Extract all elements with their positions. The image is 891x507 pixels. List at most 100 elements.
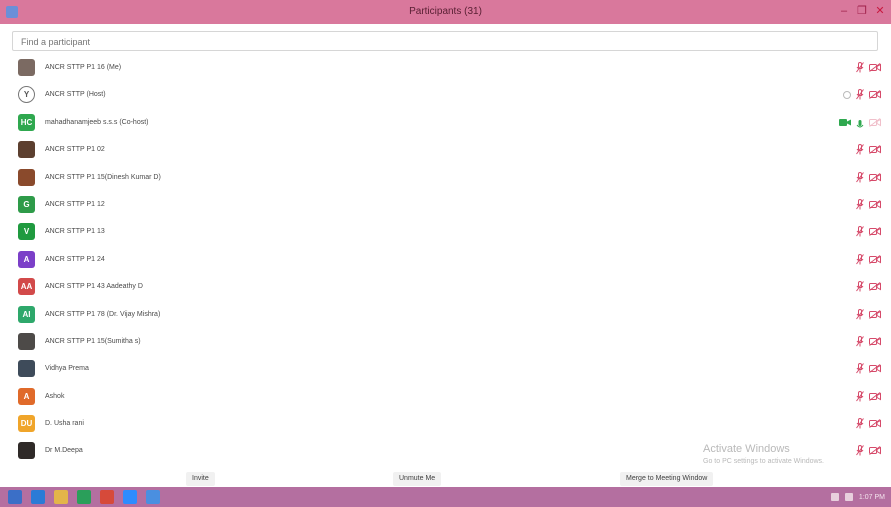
clock[interactable]: 1:07 PM [859, 494, 885, 501]
mic-muted-icon[interactable] [856, 144, 864, 155]
media-player-icon[interactable] [77, 490, 91, 504]
search-box [12, 31, 878, 51]
watermark-subtitle: Go to PC settings to activate Windows. [703, 458, 824, 465]
avatar [18, 360, 35, 378]
window-title: Participants (31) [409, 6, 482, 17]
video-off-icon[interactable] [869, 364, 881, 374]
close-button[interactable]: ✕ [873, 3, 887, 19]
participant-name: Vidhya Prema [45, 365, 89, 373]
taskbar: 1:07 PM [0, 487, 891, 507]
ie-browser-icon[interactable] [31, 490, 45, 504]
participant-name: ANCR STTP P1 12 [45, 200, 105, 208]
avatar: AI [18, 305, 35, 323]
participant-name: ANCR STTP P1 24 [45, 255, 105, 263]
invite-button[interactable]: Invite [186, 472, 215, 486]
participant-status [856, 246, 881, 273]
participant-status [856, 410, 881, 437]
system-tray: 1:07 PM [830, 487, 885, 507]
participant-status [856, 437, 881, 464]
unmute-me-button[interactable]: Unmute Me [393, 472, 442, 486]
video-off-icon[interactable] [869, 63, 881, 72]
participant-name: ANCR STTP (Host) [45, 91, 106, 99]
zoom-meeting-icon[interactable] [146, 490, 160, 504]
participant-name: ANCR STTP P1 02 [45, 146, 105, 154]
participant-name: mahadhanamjeeb s.s.s (Co-host) [45, 118, 149, 126]
participant-row[interactable]: ANCR STTP P1 02 [0, 136, 891, 163]
mic-muted-icon[interactable] [856, 171, 864, 183]
avatar [18, 442, 35, 460]
avatar [18, 168, 35, 186]
video-off-icon[interactable] [869, 282, 881, 292]
participant-row[interactable]: Vidhya Prema [0, 355, 891, 382]
volume-icon[interactable] [844, 493, 853, 501]
mic-muted-icon[interactable] [856, 62, 864, 73]
mic-muted-icon[interactable] [856, 363, 864, 374]
host-indicator-icon [843, 90, 851, 99]
mic-muted-icon[interactable] [856, 198, 864, 210]
file-explorer-icon[interactable] [54, 490, 68, 504]
mic-muted-icon[interactable] [856, 226, 864, 237]
avatar: AA [18, 278, 35, 296]
participant-row[interactable]: DU D. Usha rani [0, 410, 891, 437]
mic-muted-icon[interactable] [856, 390, 864, 402]
avatar: A [18, 250, 35, 268]
windows-start-icon[interactable] [8, 490, 22, 504]
avatar [18, 141, 35, 159]
video-off-icon[interactable] [869, 172, 881, 182]
mic-muted-icon[interactable] [856, 335, 864, 347]
participant-status [856, 218, 881, 245]
participant-row[interactable]: ANCR STTP P1 15(Dinesh Kumar D) [0, 164, 891, 191]
video-off-icon[interactable] [869, 200, 881, 209]
video-off-icon[interactable] [869, 419, 881, 428]
mic-muted-icon[interactable] [856, 281, 864, 292]
chrome-icon[interactable] [100, 490, 114, 504]
video-off-icon[interactable] [869, 254, 881, 264]
restore-button[interactable]: ❐ [855, 3, 869, 19]
video-off-icon[interactable] [869, 309, 881, 319]
mic-muted-icon[interactable] [856, 89, 864, 100]
participant-name: D. Usha rani [45, 420, 84, 428]
participant-status [856, 328, 881, 355]
video-off-icon[interactable] [869, 446, 881, 456]
participant-name: ANCR STTP P1 43 Aadeathy D [45, 283, 143, 291]
participant-status [839, 109, 881, 136]
video-on-icon[interactable] [839, 118, 851, 127]
merge-to-meeting-window-button[interactable]: Merge to Meeting Window [620, 472, 714, 486]
search-input[interactable] [13, 33, 877, 51]
participant-row[interactable]: A ANCR STTP P1 24 [0, 246, 891, 273]
participant-row[interactable]: ANCR STTP P1 16 (Me) [0, 54, 891, 81]
activate-windows-watermark: Activate Windows Go to PC settings to ac… [703, 443, 824, 465]
participant-status [856, 191, 881, 218]
mic-muted-icon[interactable] [856, 445, 864, 456]
mic-muted-icon[interactable] [856, 418, 864, 429]
participant-status [856, 136, 881, 163]
participant-row[interactable]: ANCR STTP P1 15(Sumitha s) [0, 328, 891, 355]
zoom-app-icon[interactable] [123, 490, 137, 504]
video-off-icon[interactable] [869, 145, 881, 155]
window-titlebar: Participants (31) – ❐ ✕ [0, 0, 891, 24]
video-off-icon[interactable] [869, 227, 881, 237]
participant-row[interactable]: V ANCR STTP P1 13 [0, 218, 891, 245]
minimize-button[interactable]: – [837, 3, 851, 19]
video-off-icon[interactable] [869, 90, 881, 100]
video-off-icon[interactable] [869, 337, 881, 346]
avatar: Y [18, 86, 35, 104]
avatar: DU [18, 415, 35, 433]
network-icon[interactable] [830, 493, 839, 501]
mic-on-icon[interactable] [856, 117, 864, 128]
participant-row[interactable]: HC mahadhanamjeeb s.s.s (Co-host) [0, 109, 891, 136]
participant-row[interactable]: AA ANCR STTP P1 43 Aadeathy D [0, 273, 891, 300]
participant-row[interactable]: A Ashok [0, 383, 891, 410]
participant-status [856, 273, 881, 300]
participant-row[interactable]: AI ANCR STTP P1 78 (Dr. Vijay Mishra) [0, 301, 891, 328]
participant-row[interactable]: G ANCR STTP P1 12 [0, 191, 891, 218]
avatar: G [18, 195, 35, 213]
mic-muted-icon[interactable] [856, 308, 864, 320]
video-icon[interactable] [869, 117, 881, 127]
window-controls: – ❐ ✕ [837, 3, 887, 19]
video-off-icon[interactable] [869, 391, 881, 401]
participant-name: Dr M.Deepa [45, 447, 83, 455]
mic-muted-icon[interactable] [856, 253, 864, 265]
participant-name: ANCR STTP P1 15(Dinesh Kumar D) [45, 173, 161, 181]
participant-row[interactable]: Y ANCR STTP (Host) [0, 81, 891, 108]
